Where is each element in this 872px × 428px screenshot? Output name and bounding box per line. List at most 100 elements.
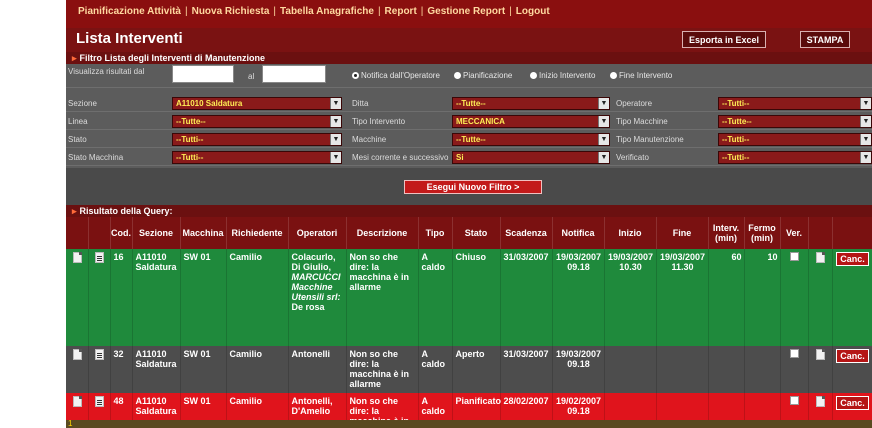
document-icon[interactable]: [816, 396, 825, 407]
menu-separator: |: [377, 6, 381, 17]
radio-inizio-label: Inizio Intervento: [539, 71, 596, 80]
radio-selected-icon: [352, 72, 359, 79]
col-header-tipo[interactable]: Tipo: [418, 217, 453, 249]
col-header-inizio[interactable]: Inizio: [604, 217, 657, 249]
tipo-intervento-select[interactable]: MECCANICA ▼: [452, 115, 610, 128]
verificato-label: Verificato: [616, 153, 649, 162]
cancel-button[interactable]: Canc.: [836, 396, 869, 410]
menu-logout[interactable]: Logout: [516, 6, 550, 17]
document-icon[interactable]: [72, 349, 82, 360]
menu-separator: |: [273, 6, 277, 17]
col-header-sezione[interactable]: Sezione: [132, 217, 181, 249]
cell-fermo: [744, 346, 781, 393]
filter-row-2: Linea --Tutte-- ▼ Tipo Intervento MECCANI…: [66, 114, 872, 130]
document-icon[interactable]: [72, 396, 82, 407]
col-header-notifica[interactable]: Notifica: [552, 217, 605, 249]
chevron-down-icon: ▼: [860, 116, 871, 127]
linea-value: --Tutte--: [176, 117, 206, 126]
col-header-cod[interactable]: Cod.: [110, 217, 133, 249]
col-header-stato[interactable]: Stato: [452, 217, 501, 249]
col-header-fine[interactable]: Fine: [656, 217, 709, 249]
row-actions: [88, 346, 111, 393]
cell-richiedente: Camilio: [226, 249, 289, 346]
radio-inizio[interactable]: Inizio Intervento: [530, 71, 595, 80]
cell-inizio: 19/03/2007 10.30: [604, 249, 657, 346]
col-header-operatori[interactable]: Operatori: [288, 217, 347, 249]
col-header-scadenza[interactable]: Scadenza: [500, 217, 553, 249]
col-header-macchina[interactable]: Macchina: [180, 217, 227, 249]
col-header-richiedente[interactable]: Richiedente: [226, 217, 289, 249]
document-icon[interactable]: [816, 349, 825, 360]
operatore-label: Operatore: [616, 99, 653, 108]
print-button[interactable]: STAMPA: [800, 31, 850, 48]
verified-checkbox[interactable]: [790, 252, 799, 261]
edit-icon[interactable]: [95, 396, 104, 407]
menu-report[interactable]: Report: [385, 6, 417, 17]
cancel-button[interactable]: Canc.: [836, 349, 869, 363]
linea-select[interactable]: --Tutte-- ▼: [172, 115, 342, 128]
date-from-input[interactable]: [172, 65, 234, 83]
filter-row-3: Stato --Tutti-- ▼ Macchine --Tutte-- ▼ Tip…: [66, 132, 872, 148]
results-section-title: Risultato della Query:: [79, 206, 173, 216]
run-filter-button[interactable]: Esegui Nuovo Filtro >: [404, 180, 542, 194]
mesi-select[interactable]: Si ▼: [452, 151, 610, 164]
export-excel-button[interactable]: Esporta in Excel: [682, 31, 766, 48]
radio-pianificazione[interactable]: Pianificazione: [454, 71, 512, 80]
radio-fine-label: Fine Intervento: [619, 71, 673, 80]
cell-cancel: Canc.: [832, 249, 872, 346]
results-table: Cod. Sezione Macchina Richiedente Operat…: [66, 217, 872, 428]
chevron-down-icon: ▼: [860, 98, 871, 109]
col-header-descrizione[interactable]: Descrizione: [346, 217, 419, 249]
macchine-label: Macchine: [352, 135, 387, 144]
date-to-input[interactable]: [262, 65, 326, 83]
document-icon[interactable]: [72, 252, 82, 263]
document-icon[interactable]: [816, 252, 825, 263]
tipo-macchine-select[interactable]: --Tutte-- ▼: [718, 115, 872, 128]
macchine-select[interactable]: --Tutte-- ▼: [452, 133, 610, 146]
mesi-label: Mesi corrente e successivo: [352, 153, 449, 162]
menu-tabella-anagrafiche[interactable]: Tabella Anagrafiche: [280, 6, 374, 17]
page-number[interactable]: 1: [68, 419, 72, 428]
verified-checkbox[interactable]: [790, 396, 799, 405]
cell-descrizione: Non so che dire: la macchina è in allarm…: [346, 346, 419, 393]
edit-icon[interactable]: [95, 252, 104, 263]
stato-select[interactable]: --Tutti-- ▼: [172, 133, 342, 146]
menu-pianificazione[interactable]: Pianificazione Attività: [78, 6, 181, 17]
menu-gestione-report[interactable]: Gestione Report: [427, 6, 505, 17]
col-header-ver[interactable]: Ver.: [780, 217, 809, 249]
menu-separator: |: [509, 6, 512, 17]
cell-scadenza: 31/03/2007: [500, 249, 553, 346]
radio-notifica[interactable]: Notifica dall'Operatore: [352, 71, 440, 80]
verified-checkbox[interactable]: [790, 349, 799, 358]
tipo-macchine-label: Tipo Macchine: [616, 117, 668, 126]
cell-operatori: Antonelli: [288, 346, 347, 393]
stato-macchina-select[interactable]: --Tutti-- ▼: [172, 151, 342, 164]
tipo-manutenzione-select[interactable]: --Tutti-- ▼: [718, 133, 872, 146]
sezione-select[interactable]: A11010 Saldatura ▼: [172, 97, 342, 110]
operatore-value: --Tutti--: [722, 99, 750, 108]
menu-separator: |: [420, 6, 424, 17]
menu-nuova-richiesta[interactable]: Nuova Richiesta: [192, 6, 270, 17]
radio-icon: [610, 72, 617, 79]
chevron-down-icon: ▼: [598, 134, 609, 145]
cancel-button[interactable]: Canc.: [836, 252, 869, 266]
col-header-fermo[interactable]: Fermo (min): [744, 217, 781, 249]
col-header-interv[interactable]: Interv. (min): [708, 217, 745, 249]
edit-icon[interactable]: [95, 349, 104, 360]
verificato-select[interactable]: --Tutti-- ▼: [718, 151, 872, 164]
radio-notifica-label: Notifica dall'Operatore: [361, 71, 440, 80]
col-header: [88, 217, 111, 249]
tipo-macchine-value: --Tutte--: [722, 117, 752, 126]
col-header: [66, 217, 89, 249]
ditta-select[interactable]: --Tutte-- ▼: [452, 97, 610, 110]
radio-fine[interactable]: Fine Intervento: [610, 71, 672, 80]
cell-cod: 32: [110, 346, 133, 393]
menu-separator: |: [184, 6, 188, 17]
tipo-intervento-label: Tipo Intervento: [352, 117, 406, 126]
radio-icon: [454, 72, 461, 79]
cell-inizio: [604, 346, 657, 393]
operatore-select[interactable]: --Tutti-- ▼: [718, 97, 872, 110]
cell-ver: [780, 249, 809, 346]
macchine-value: --Tutte--: [456, 135, 486, 144]
cell-fermo: 10: [744, 249, 781, 346]
